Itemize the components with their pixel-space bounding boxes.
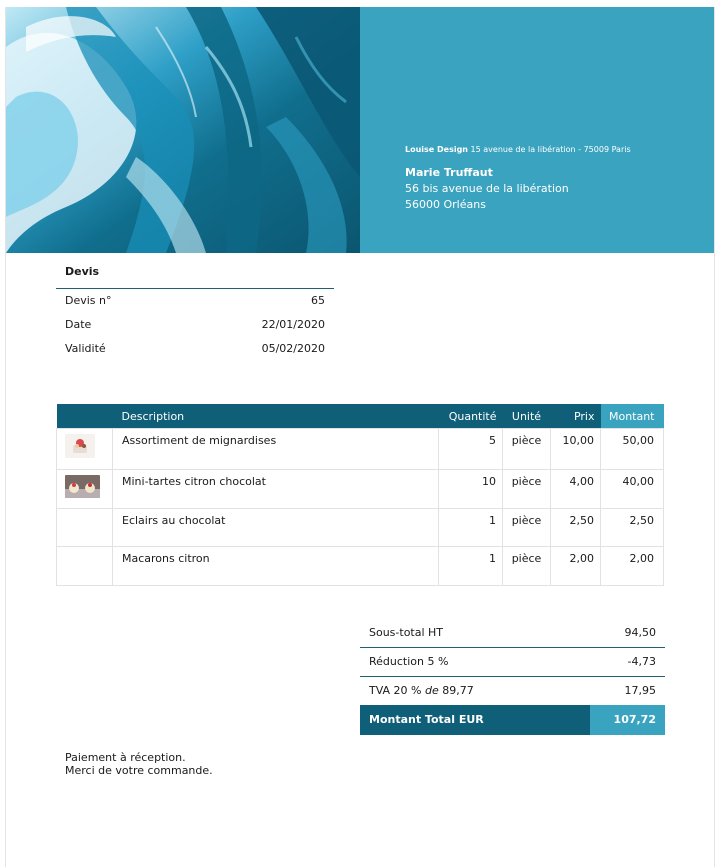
items-header-row: Description Quantité Unité Prix Montant [56, 404, 664, 429]
recipient-address-line1: 56 bis avenue de la libération [405, 182, 569, 195]
vat-row: TVA 20 % de 89,77 17,95 [360, 677, 665, 705]
quote-title: Devis [56, 265, 334, 289]
item-quantity: 10 [438, 469, 503, 509]
item-amount: 2,00 [600, 546, 664, 586]
sender-company: Louise Design [405, 145, 468, 154]
vat-label: TVA 20 % de 89,77 [369, 677, 474, 705]
quote-number-row: Devis n° 65 [56, 289, 334, 313]
th-description: Description [112, 404, 439, 429]
mini-tartes-thumbnail [65, 475, 100, 498]
discount-label: Réduction 5 % [369, 655, 449, 668]
item-image-cell [56, 469, 113, 509]
item-unit: pièce [502, 546, 551, 586]
item-description: Macarons citron [112, 546, 439, 586]
item-price: 2,00 [550, 546, 601, 586]
th-price: Prix [550, 404, 601, 429]
item-price: 2,50 [550, 508, 601, 547]
subtotal-row: Sous-total HT 94,50 [360, 619, 665, 648]
discount-value: -4,73 [627, 655, 656, 668]
item-amount: 2,50 [600, 508, 664, 547]
item-image-cell [56, 428, 113, 470]
thank-you-note: Merci de votre commande. [65, 764, 213, 777]
item-price: 4,00 [550, 469, 601, 509]
total-value: 107,72 [590, 705, 665, 735]
item-image-cell [56, 546, 113, 586]
mignardises-thumbnail [65, 434, 95, 458]
vat-label-base: 89,77 [442, 684, 474, 697]
quote-validity-value: 05/02/2020 [261, 342, 325, 355]
totals-block: Sous-total HT 94,50 Réduction 5 % -4,73 … [360, 619, 665, 735]
item-image-cell [56, 508, 113, 547]
table-row: Eclairs au chocolat 1 pièce 2,50 2,50 [56, 508, 664, 547]
discount-row: Réduction 5 % -4,73 [360, 648, 665, 677]
item-unit: pièce [502, 428, 551, 470]
th-quantity: Quantité [438, 404, 503, 429]
vat-value: 17,95 [624, 684, 657, 697]
document-page: Louise Design 15 avenue de la libération… [5, 7, 715, 867]
recipient-address-line2: 56000 Orléans [405, 198, 486, 211]
item-unit: pièce [502, 469, 551, 509]
quote-validity-row: Validité 05/02/2020 [56, 337, 334, 361]
th-unit: Unité [502, 404, 551, 429]
header-artwork-image [6, 7, 360, 253]
total-row: Montant Total EUR 107,72 [360, 705, 665, 735]
quote-date-label: Date [65, 318, 92, 331]
table-row: Macarons citron 1 pièce 2,00 2,00 [56, 546, 664, 586]
subtotal-value: 94,50 [624, 626, 657, 639]
items-table: Description Quantité Unité Prix Montant [56, 404, 664, 586]
vat-label-prefix: TVA 20 % [369, 684, 422, 697]
total-label: Montant Total EUR [360, 705, 590, 735]
payment-terms: Paiement à réception. [65, 751, 186, 764]
subtotal-label: Sous-total HT [369, 626, 444, 639]
item-quantity: 5 [438, 428, 503, 470]
th-amount: Montant [600, 404, 664, 429]
item-unit: pièce [502, 508, 551, 547]
quote-number-value: 65 [311, 294, 325, 307]
item-description: Mini-tartes citron chocolat [112, 469, 439, 509]
footer-notes: Paiement à réception. Merci de votre com… [65, 751, 213, 777]
item-price: 10,00 [550, 428, 601, 470]
quote-number-label: Devis n° [65, 294, 112, 307]
item-quantity: 1 [438, 546, 503, 586]
table-row: Mini-tartes citron chocolat 10 pièce 4,0… [56, 469, 664, 509]
vat-label-de: de [425, 684, 439, 697]
quote-validity-label: Validité [65, 342, 106, 355]
item-description: Eclairs au chocolat [112, 508, 439, 547]
recipient-block: Marie Truffaut 56 bis avenue de la libér… [405, 165, 569, 213]
recipient-name: Marie Truffaut [405, 166, 493, 179]
quote-date-row: Date 22/01/2020 [56, 313, 334, 337]
quote-info: Devis Devis n° 65 Date 22/01/2020 Validi… [56, 265, 334, 361]
sender-line: Louise Design 15 avenue de la libération… [405, 145, 631, 154]
quote-date-value: 22/01/2020 [261, 318, 325, 331]
th-image [56, 404, 113, 429]
table-row: Assortiment de mignardises 5 pièce 10,00… [56, 428, 664, 470]
item-amount: 50,00 [600, 428, 664, 470]
sender-address: 15 avenue de la libération - 75009 Paris [470, 145, 631, 154]
item-quantity: 1 [438, 508, 503, 547]
item-amount: 40,00 [600, 469, 664, 509]
header-panel: Louise Design 15 avenue de la libération… [360, 7, 714, 253]
item-description: Assortiment de mignardises [112, 428, 439, 470]
